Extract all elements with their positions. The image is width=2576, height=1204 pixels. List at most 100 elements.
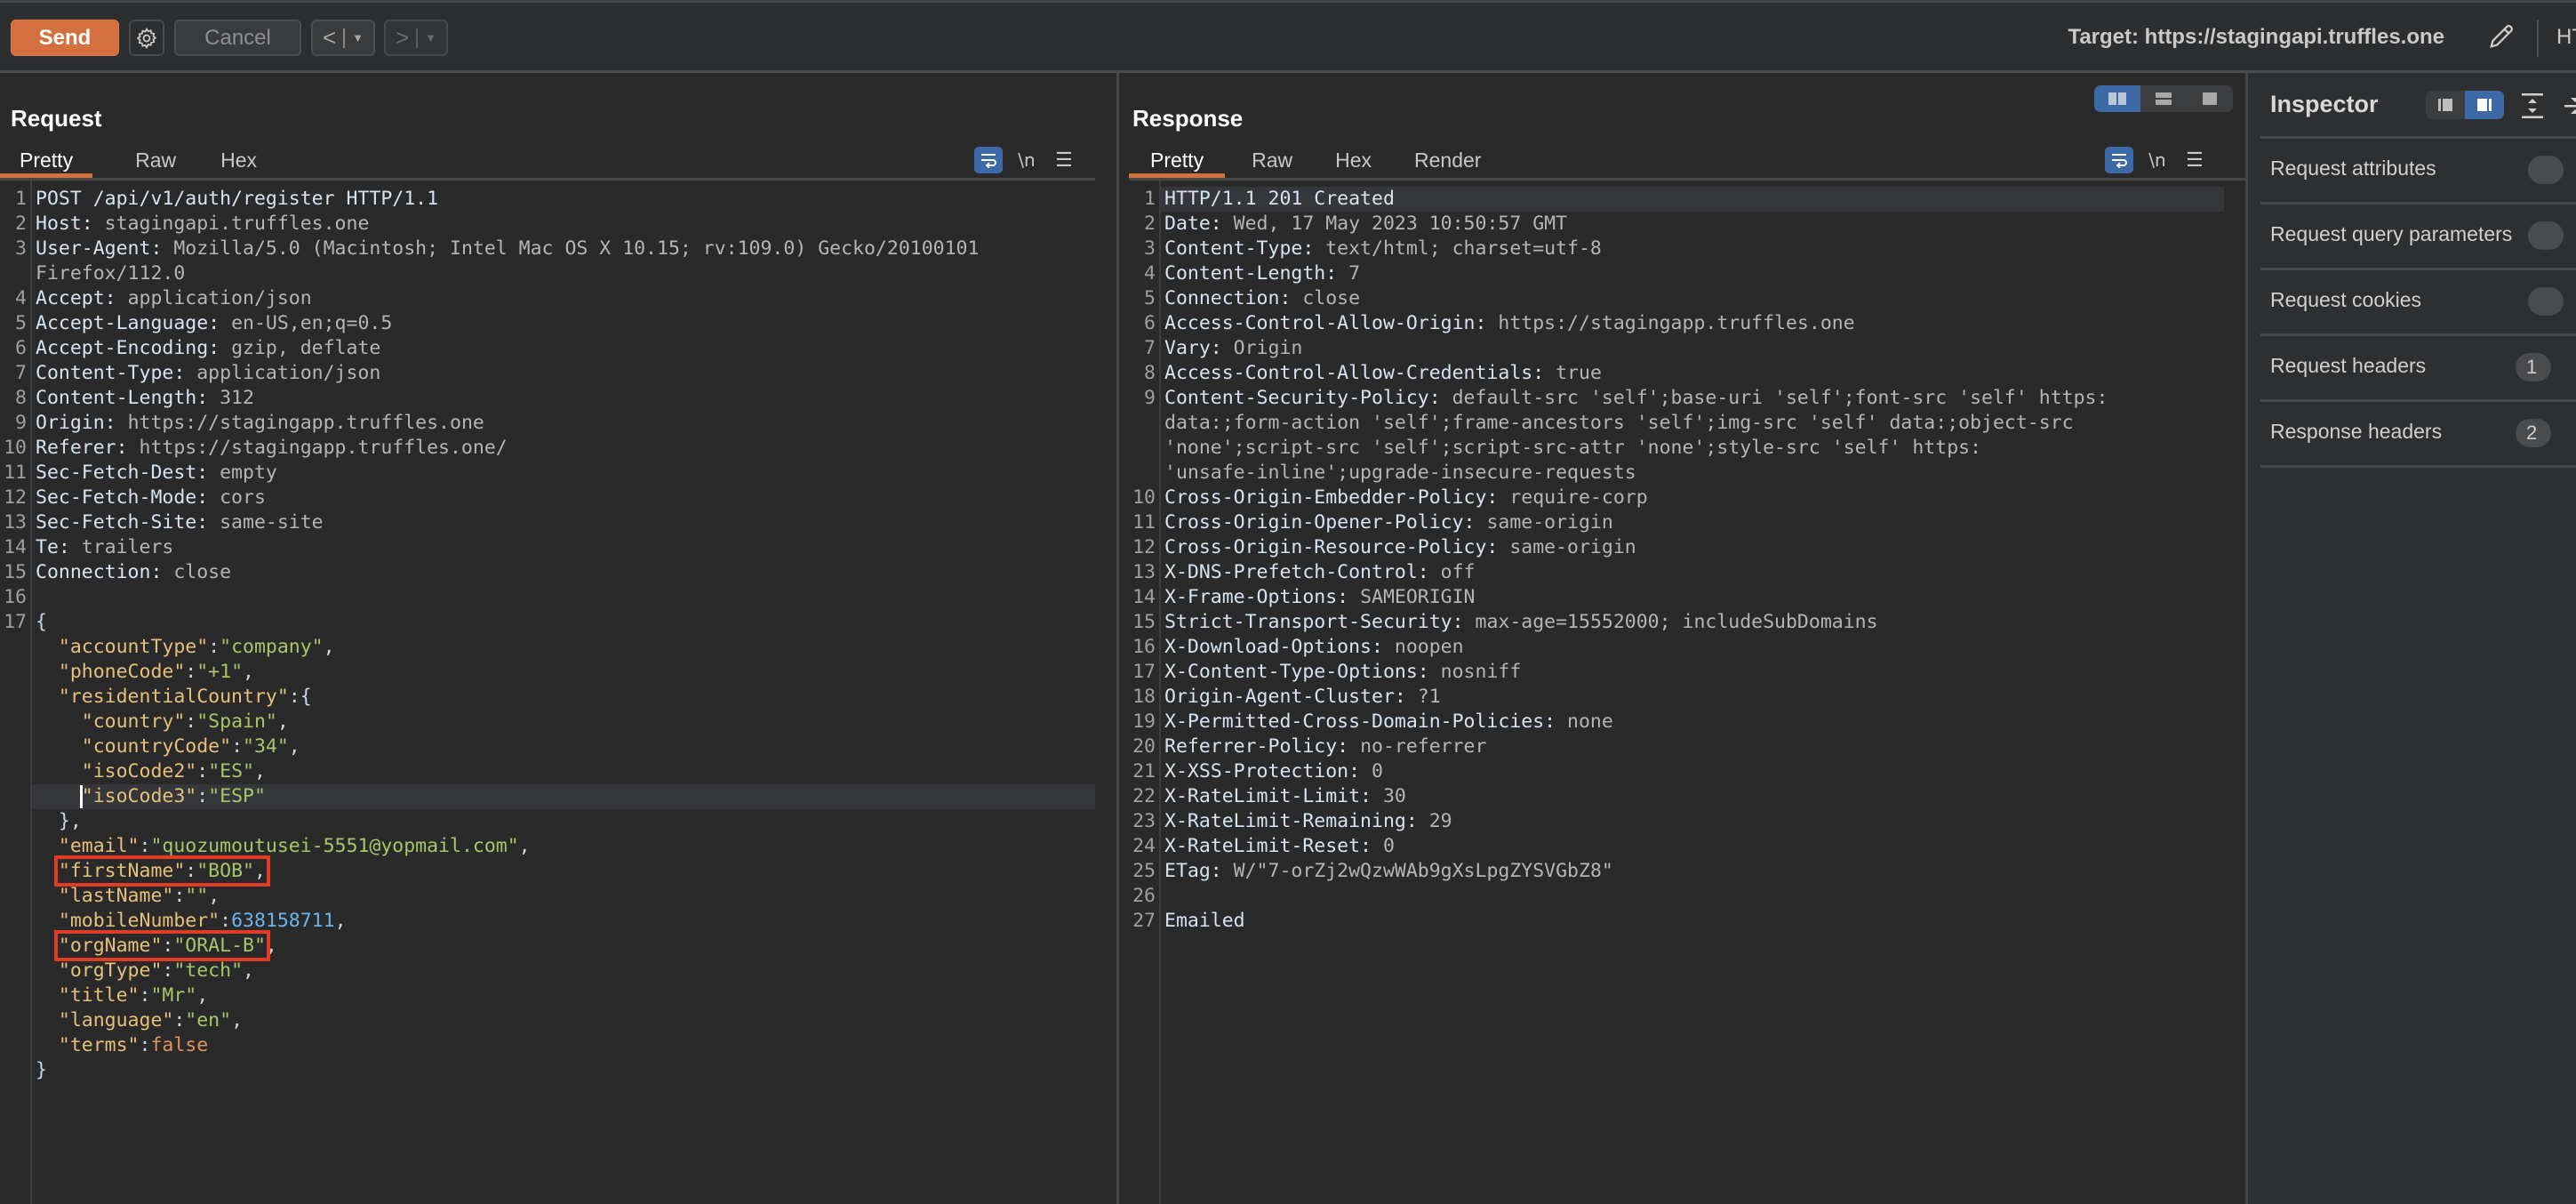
code-line[interactable]: "orgName":"ORAL-B", — [0, 930, 1116, 961]
code-line[interactable]: 11 Sec-Fetch-Dest: empty — [0, 461, 1116, 486]
layout-single-button[interactable] — [2187, 85, 2233, 112]
code-line[interactable]: "language":"en", — [0, 1008, 1116, 1033]
tab-render[interactable]: Render — [1393, 145, 1502, 175]
code-line[interactable]: 9 Content-Security-Policy: default-src 's… — [1129, 386, 2245, 411]
code-line[interactable]: 10 Referer: https://stagingapp.truffles.o… — [0, 436, 1116, 461]
code-line[interactable]: 13 X-DNS-Prefetch-Control: off — [1129, 560, 2245, 585]
inspector-section[interactable]: Response headers 2 — [2260, 399, 2576, 465]
code-line[interactable]: 4 Content-Length: 7 — [1129, 261, 2245, 286]
code-line[interactable]: "isoCode3":"ESP" — [0, 784, 1116, 809]
code-line[interactable]: 10 Cross-Origin-Embedder-Policy: require-… — [1129, 486, 2245, 510]
code-line[interactable]: 1 HTTP/1.1 201 Created — [1129, 187, 2245, 212]
word-wrap-icon[interactable] — [2105, 147, 2133, 173]
show-newlines-icon[interactable]: \n — [1003, 149, 1051, 171]
menu-icon[interactable]: ☰ — [2181, 148, 2208, 172]
code-line[interactable]: 11 Cross-Origin-Opener-Policy: same-origi… — [1129, 510, 2245, 535]
code-line[interactable]: 6 Access-Control-Allow-Origin: https://st… — [1129, 311, 2245, 336]
code-line[interactable]: "countryCode":"34", — [0, 734, 1116, 759]
code-line[interactable]: 3 User-Agent: Mozilla/5.0 (Macintosh; Int… — [0, 237, 1116, 261]
code-line[interactable]: 8 Content-Length: 312 — [0, 386, 1116, 411]
code-line[interactable]: 20 Referrer-Policy: no-referrer — [1129, 734, 2245, 759]
menu-icon[interactable]: ☰ — [1051, 148, 1077, 172]
layout-side-by-side-button[interactable] — [2094, 85, 2140, 112]
code-line[interactable]: "title":"Mr", — [0, 983, 1116, 1008]
code-line[interactable]: "country":"Spain", — [0, 710, 1116, 734]
code-line[interactable]: 22 X-RateLimit-Limit: 30 — [1129, 784, 2245, 809]
code-line[interactable]: 12 Sec-Fetch-Mode: cors — [0, 486, 1116, 510]
code-line[interactable]: 24 X-RateLimit-Reset: 0 — [1129, 834, 2245, 859]
code-line[interactable]: "mobileNumber":638158711, — [0, 909, 1116, 934]
code-line[interactable]: 2 Date: Wed, 17 May 2023 10:50:57 GMT — [1129, 212, 2245, 237]
code-line[interactable]: 23 X-RateLimit-Remaining: 29 — [1129, 809, 2245, 834]
code-line[interactable]: "accountType":"company", — [0, 635, 1116, 660]
inspector-section[interactable]: Request attributes — [2260, 136, 2576, 202]
code-line[interactable]: "phoneCode":"+1", — [0, 660, 1116, 685]
code-line[interactable]: 9 Origin: https://stagingapp.truffles.one — [0, 411, 1116, 436]
show-newlines-icon[interactable]: \n — [2133, 149, 2181, 171]
code-line[interactable]: 5 Accept-Language: en-US,en;q=0.5 — [0, 311, 1116, 336]
code-line[interactable]: 17 { — [0, 610, 1116, 635]
tab-pretty[interactable]: Pretty — [0, 145, 93, 178]
code-line[interactable]: } — [0, 1058, 1116, 1083]
panel-divider[interactable] — [1116, 73, 1119, 1204]
back-button[interactable]: < ▼ — [311, 20, 375, 56]
tab-hex[interactable]: Hex — [197, 145, 276, 175]
code-line[interactable]: 14 Te: trailers — [0, 535, 1116, 560]
collapse-all-icon[interactable] — [2564, 92, 2576, 119]
inspector-dock-right-button[interactable] — [2465, 91, 2504, 119]
code-line[interactable]: }, — [0, 809, 1116, 834]
code-line[interactable]: 'unsafe-inline';upgrade-insecure-request… — [1129, 461, 2245, 486]
code-line[interactable]: 18 Origin-Agent-Cluster: ?1 — [1129, 685, 2245, 710]
code-line[interactable]: 12 Cross-Origin-Resource-Policy: same-ori… — [1129, 535, 2245, 560]
code-line[interactable]: 26 — [1129, 884, 2245, 909]
tab-raw[interactable]: Raw — [1225, 145, 1314, 175]
code-line[interactable]: 3 Content-Type: text/html; charset=utf-8 — [1129, 237, 2245, 261]
inspector-section[interactable]: Request query parameters — [2260, 202, 2576, 268]
code-line[interactable]: 25 ETag: W/"7-orZj2wQzwWAb9gXsLpgZYSVGbZ8… — [1129, 859, 2245, 884]
code-line[interactable]: "terms":false — [0, 1033, 1116, 1058]
word-wrap-icon[interactable] — [974, 147, 1003, 173]
request-editor[interactable]: 1 POST /api/v1/auth/register HTTP/1.1 2 Hos… — [0, 187, 1116, 1083]
code-line[interactable]: 7 Vary: Origin — [1129, 336, 2245, 361]
code-line[interactable]: 21 X-XSS-Protection: 0 — [1129, 759, 2245, 784]
code-line[interactable]: data:;form-action 'self';frame-ancestors… — [1129, 411, 2245, 436]
inspector-section[interactable]: Request headers 1 — [2260, 333, 2576, 399]
code-line[interactable]: "orgType":"tech", — [0, 959, 1116, 983]
code-line[interactable]: 7 Content-Type: application/json — [0, 361, 1116, 386]
expand-all-icon[interactable] — [2521, 92, 2544, 119]
cancel-button[interactable]: Cancel — [174, 20, 301, 56]
code-line[interactable]: "residentialCountry":{ — [0, 685, 1116, 710]
code-line[interactable]: 13 Sec-Fetch-Site: same-site — [0, 510, 1116, 535]
code-line[interactable]: 17 X-Content-Type-Options: nosniff — [1129, 660, 2245, 685]
code-line[interactable]: 4 Accept: application/json — [0, 286, 1116, 311]
code-line[interactable]: "isoCode2":"ES", — [0, 759, 1116, 784]
code-line[interactable]: 2 Host: stagingapi.truffles.one — [0, 212, 1116, 237]
settings-button[interactable] — [129, 20, 164, 56]
code-line[interactable]: "firstName":"BOB", — [0, 855, 1116, 887]
code-line[interactable]: 16 — [0, 585, 1116, 610]
code-line[interactable]: "lastName":"", — [0, 884, 1116, 909]
code-line[interactable]: 'none';script-src 'self';script-src-attr… — [1129, 436, 2245, 461]
dropdown-arrow-icon[interactable]: ▼ — [425, 31, 436, 44]
code-line[interactable]: 15 Strict-Transport-Security: max-age=155… — [1129, 610, 2245, 635]
code-line[interactable]: Firefox/112.0 — [0, 261, 1116, 286]
tab-hex[interactable]: Hex — [1314, 145, 1393, 175]
code-line[interactable]: 16 X-Download-Options: noopen — [1129, 635, 2245, 660]
pencil-icon[interactable] — [2486, 21, 2516, 52]
forward-button[interactable]: > ▼ — [384, 20, 448, 56]
code-line[interactable]: 1 POST /api/v1/auth/register HTTP/1.1 — [0, 187, 1116, 212]
code-line[interactable]: 15 Connection: close — [0, 560, 1116, 585]
inspector-dock-left-button[interactable] — [2426, 91, 2465, 119]
tab-raw[interactable]: Raw — [92, 145, 197, 175]
response-editor[interactable]: 1 HTTP/1.1 201 Created 2 Date: Wed, 17 May … — [1129, 187, 2245, 934]
tab-pretty[interactable]: Pretty — [1129, 145, 1226, 178]
code-line[interactable]: 27 Emailed — [1129, 909, 2245, 934]
code-line[interactable]: 6 Accept-Encoding: gzip, deflate — [0, 336, 1116, 361]
code-line[interactable]: 19 X-Permitted-Cross-Domain-Policies: non… — [1129, 710, 2245, 734]
send-button[interactable]: Send — [11, 20, 119, 56]
code-line[interactable]: 8 Access-Control-Allow-Credentials: true — [1129, 361, 2245, 386]
code-line[interactable]: "email":"quozumoutusei-5551@yopmail.com"… — [0, 834, 1116, 859]
code-line[interactable]: 14 X-Frame-Options: SAMEORIGIN — [1129, 585, 2245, 610]
code-line[interactable]: 5 Connection: close — [1129, 286, 2245, 311]
http-version-label[interactable]: HTTP/1 — [2556, 23, 2576, 52]
